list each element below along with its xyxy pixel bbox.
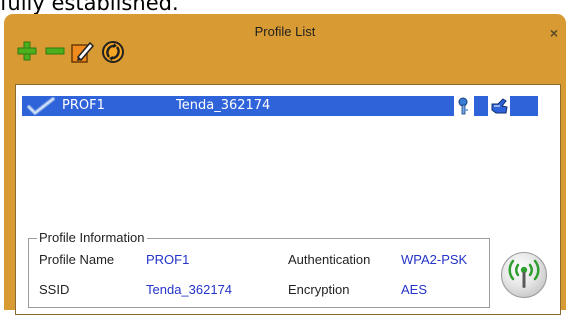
encryption-value: AES — [401, 282, 428, 297]
truncated-top-text: fully established. — [0, 0, 179, 15]
encryption-label: Encryption — [288, 282, 350, 297]
profile-information-legend: Profile Information — [37, 230, 147, 245]
wireless-antenna-icon — [508, 259, 540, 288]
close-button[interactable]: × — [550, 25, 558, 41]
active-profile-check-icon — [26, 97, 56, 119]
profile-ssid: Tenda_362174 — [176, 98, 271, 113]
authentication-label: Authentication — [288, 252, 371, 267]
add-profile-button[interactable] — [16, 40, 38, 62]
profile-information-panel: Profile Information Profile Name PROF1 S… — [15, 224, 561, 315]
security-key-icon — [454, 96, 474, 116]
infrastructure-hand-icon — [488, 96, 510, 116]
profile-name-value: PROF1 — [146, 252, 190, 267]
ssid-label: SSID — [39, 282, 70, 297]
ssid-value: Tenda_362174 — [146, 282, 233, 297]
authentication-value: WPA2-PSK — [401, 252, 468, 267]
plus-icon — [17, 41, 37, 61]
profile-name-label: Profile Name — [39, 252, 115, 267]
remove-profile-button[interactable] — [44, 40, 66, 62]
profile-information-group: Profile Information Profile Name PROF1 S… — [28, 230, 490, 308]
profile-list-window: Profile List × PROF1 Tenda_362174 Profil… — [4, 14, 566, 315]
activate-icon — [102, 41, 124, 63]
radio-on-off-button[interactable] — [501, 252, 547, 298]
edit-profile-button[interactable] — [70, 40, 96, 63]
profile-list[interactable]: PROF1 Tenda_362174 — [15, 84, 561, 226]
window-title: Profile List — [254, 24, 316, 39]
profile-row[interactable]: PROF1 Tenda_362174 — [22, 96, 538, 116]
row-spacer — [474, 96, 486, 116]
minus-icon — [45, 47, 65, 55]
activate-profile-button[interactable] — [100, 40, 126, 63]
edit-icon — [71, 41, 95, 63]
profile-name: PROF1 — [62, 98, 105, 113]
